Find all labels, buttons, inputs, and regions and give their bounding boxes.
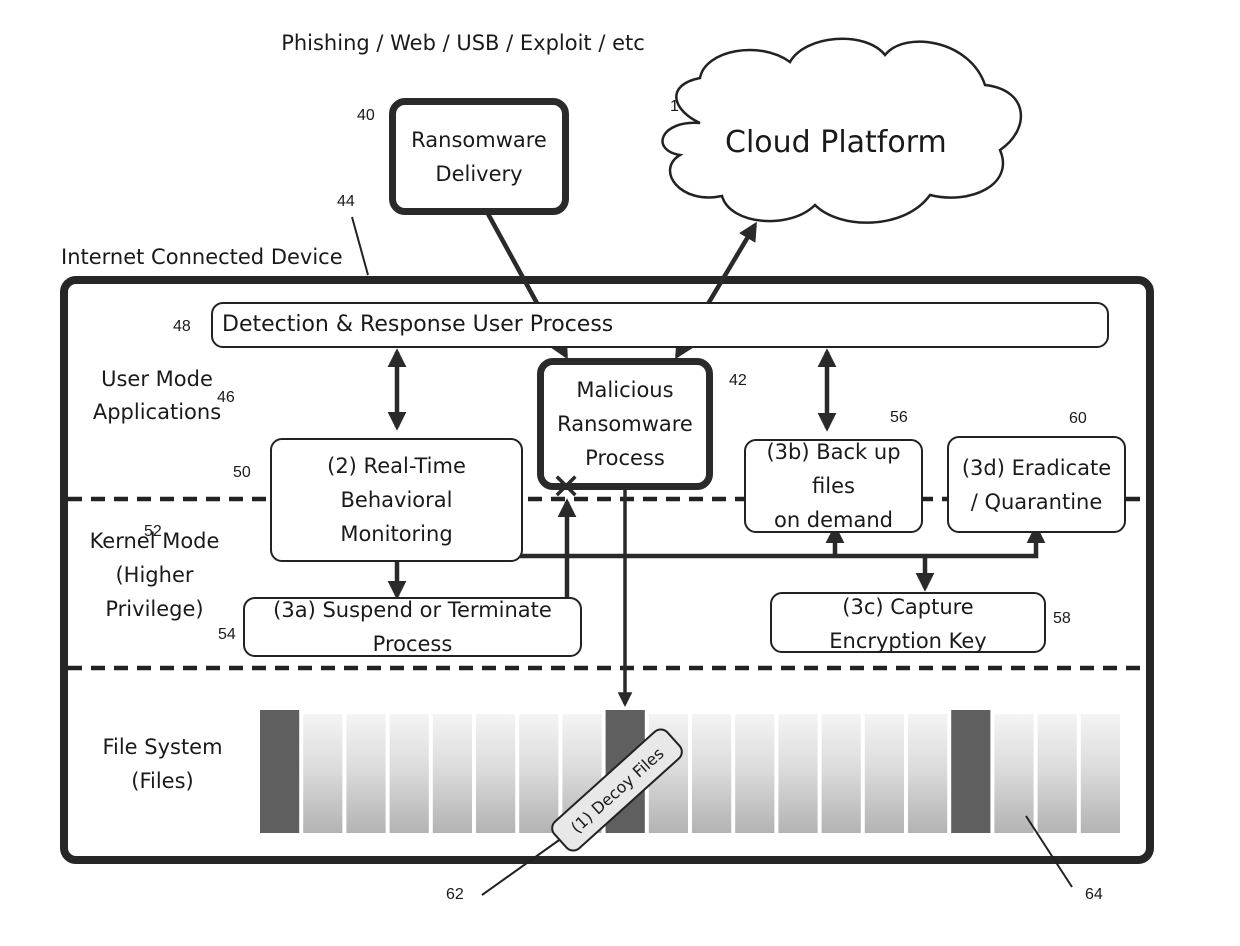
file-column (821, 714, 861, 833)
ref-56: 56 (890, 409, 908, 426)
decoy-file (951, 710, 991, 833)
ref-1: 1 (670, 98, 679, 115)
monitoring-box[interactable]: (2) Real-Time Behavioral Monitoring (270, 438, 523, 562)
file-column (1037, 714, 1077, 833)
delivery-line-2: Delivery (435, 161, 523, 186)
file-system-label: File System (Files) (90, 730, 235, 798)
delivery-line-1: Ransomware (411, 127, 547, 152)
eradicate-line-1: (3d) Eradicate (961, 455, 1112, 480)
ref-50: 50 (233, 464, 251, 481)
suspend-line-2: Process (372, 632, 453, 656)
capture-line-1: (3c) Capture (842, 595, 974, 619)
file-system-line-1: File System (102, 735, 223, 759)
file-column (1080, 714, 1120, 833)
file-column (432, 714, 472, 833)
ref-42: 42 (729, 372, 747, 389)
file-column (303, 714, 343, 833)
capture-line-2: Encryption Key (829, 629, 987, 653)
file-column (778, 714, 818, 833)
backup-line-2: files (812, 474, 855, 498)
file-column (692, 714, 732, 833)
file-column (735, 714, 775, 833)
backup-box[interactable]: (3b) Back up files on demand (744, 439, 923, 533)
device-label: Internet Connected Device (61, 245, 343, 269)
file-column (476, 714, 516, 833)
capture-key-box[interactable]: (3c) Capture Encryption Key (770, 592, 1046, 653)
file-column (994, 714, 1034, 833)
user-mode-line-1: User Mode (101, 367, 213, 391)
ref-52: 52 (144, 523, 162, 540)
ref-62: 62 (446, 886, 464, 903)
monitoring-line-2: Behavioral (340, 488, 453, 512)
suspend-terminate-box[interactable]: (3a) Suspend or Terminate Process (243, 597, 582, 657)
detection-label: Detection & Response User Process (222, 312, 614, 337)
leader-62 (481, 837, 563, 896)
malicious-line-1: Malicious (576, 378, 674, 402)
source-label: Phishing / Web / USB / Exploit / etc (281, 31, 645, 55)
ref-48: 48 (173, 318, 191, 335)
blocked-x-icon: ✕ (551, 467, 582, 508)
cloud-label: Cloud Platform (725, 125, 947, 160)
file-system-line-2: (Files) (131, 769, 194, 793)
ref-54: 54 (218, 626, 236, 643)
malicious-line-2: Ransomware (557, 412, 693, 436)
user-mode-line-2: Applications (92, 400, 222, 424)
file-column (908, 714, 948, 833)
monitoring-line-1: (2) Real-Time (327, 454, 466, 478)
detection-response-box[interactable]: Detection & Response User Process (211, 302, 1109, 348)
ref-44: 44 (337, 193, 355, 210)
backup-line-3: on demand (773, 508, 894, 532)
decoy-file (260, 710, 300, 833)
user-mode-label: User Mode Applications (82, 363, 232, 429)
ref-58: 58 (1053, 610, 1071, 627)
ref-46: 46 (217, 389, 235, 406)
ransomware-delivery-box[interactable]: Ransomware Delivery (389, 98, 569, 215)
file-column (519, 714, 559, 833)
file-column (389, 714, 429, 833)
kernel-mode-line-3: Privilege) (105, 597, 204, 621)
eradicate-line-2: / Quarantine (970, 489, 1103, 514)
backup-line-1: (3b) Back up (766, 440, 901, 464)
leader-44 (351, 216, 369, 276)
file-column (346, 714, 386, 833)
monitoring-line-3: Monitoring (340, 522, 453, 546)
eradicate-box[interactable]: (3d) Eradicate / Quarantine (947, 436, 1126, 533)
malicious-line-3: Process (585, 446, 665, 470)
ref-64: 64 (1085, 886, 1103, 903)
file-column (864, 714, 904, 833)
ref-40: 40 (357, 107, 375, 124)
file-system-files (260, 710, 1120, 833)
suspend-line-1: (3a) Suspend or Terminate (273, 598, 552, 622)
ref-60: 60 (1069, 410, 1087, 427)
kernel-mode-line-2: (Higher (115, 563, 194, 587)
